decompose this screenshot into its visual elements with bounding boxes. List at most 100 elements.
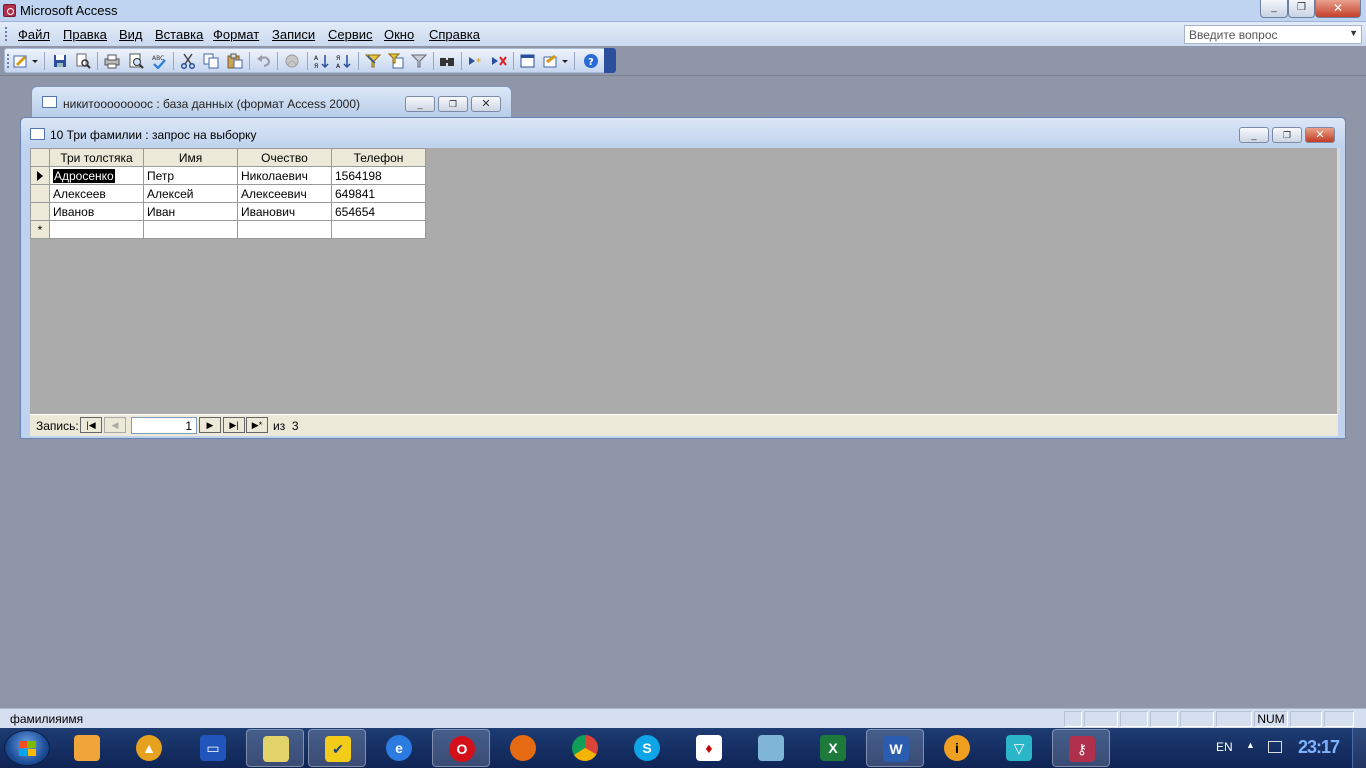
taskbar-archiver-app[interactable]: ▲ — [120, 729, 178, 767]
cut-icon[interactable] — [180, 53, 196, 69]
taskbar-folder-app[interactable] — [246, 729, 304, 767]
table-cell[interactable]: 1564198 — [331, 166, 426, 185]
taskbar-calendar-app[interactable] — [742, 729, 800, 767]
new-object-icon[interactable] — [543, 53, 559, 69]
menu-format[interactable]: Формат — [213, 27, 259, 42]
undo-icon[interactable] — [256, 53, 272, 69]
table-cell[interactable] — [143, 220, 238, 239]
show-hidden-icons-icon[interactable]: ▲ — [1246, 740, 1255, 750]
print-icon[interactable] — [104, 53, 120, 69]
query-close-button[interactable]: ✕ — [1305, 127, 1335, 143]
taskbar-skype-app[interactable]: S — [618, 729, 676, 767]
table-cell[interactable]: 654654 — [331, 202, 426, 221]
db-restore-button[interactable]: ❐ — [438, 96, 468, 112]
menu-window[interactable]: Окно — [384, 27, 414, 42]
menu-records[interactable]: Записи — [272, 27, 315, 42]
query-minimize-button[interactable]: _ — [1239, 127, 1269, 143]
view-icon[interactable] — [13, 53, 29, 69]
table-cell[interactable] — [237, 220, 332, 239]
query-restore-button[interactable]: ❐ — [1272, 127, 1302, 143]
taskbar-info-app[interactable]: i — [928, 729, 986, 767]
table-cell[interactable]: Алексеев — [49, 184, 144, 203]
chevron-down-icon[interactable]: ▼ — [1349, 28, 1358, 38]
print-preview-icon[interactable] — [128, 53, 144, 69]
toolbar-options-icon[interactable] — [604, 48, 616, 73]
taskbar-chrome-app[interactable] — [556, 729, 614, 767]
first-record-button[interactable]: |◀ — [80, 417, 102, 433]
database-window[interactable]: никитоооооооос : база данных (формат Acc… — [31, 86, 512, 118]
table-cell[interactable]: Иванов — [49, 202, 144, 221]
column-header[interactable]: Имя — [143, 148, 238, 167]
taskbar-word-app[interactable]: W — [866, 729, 924, 767]
table-cell[interactable] — [331, 220, 426, 239]
clock[interactable]: 23:17 — [1298, 737, 1340, 758]
taskbar-opera-app[interactable]: O — [432, 729, 490, 767]
copy-icon[interactable] — [203, 53, 219, 69]
sort-descending-icon[interactable]: ЯA — [336, 53, 352, 69]
record-number-input[interactable] — [131, 417, 197, 434]
taskbar-ie-app[interactable]: e — [370, 729, 428, 767]
access-app-icon[interactable] — [3, 4, 16, 17]
row-selector[interactable] — [30, 166, 50, 185]
taskbar-excel-app[interactable]: X — [804, 729, 862, 767]
taskbar-checkmark-app[interactable]: ✔ — [308, 729, 366, 767]
column-header[interactable]: Три толстяка — [49, 148, 144, 167]
vertical-scrollbar[interactable] — [1337, 148, 1340, 414]
app-minimize-button[interactable]: _ — [1260, 0, 1288, 18]
delete-record-icon[interactable] — [491, 53, 507, 69]
save-icon[interactable] — [52, 53, 68, 69]
apply-filter-icon[interactable] — [411, 53, 427, 69]
paste-icon[interactable] — [227, 53, 243, 69]
new-record-nav-button[interactable]: ▶* — [246, 417, 268, 433]
menu-view[interactable]: Вид — [119, 27, 143, 42]
row-selector[interactable] — [30, 202, 50, 221]
start-button[interactable] — [4, 730, 50, 766]
new-record-icon[interactable]: * — [468, 53, 484, 69]
show-desktop-button[interactable] — [1352, 728, 1366, 768]
db-minimize-button[interactable]: _ — [405, 96, 435, 112]
table-cell[interactable]: Алексей — [143, 184, 238, 203]
menu-help[interactable]: Справка — [429, 27, 480, 42]
taskbar-notes-app[interactable] — [58, 729, 116, 767]
menu-grip[interactable] — [5, 27, 8, 41]
taskbar-access-app[interactable]: ⚷ — [1052, 729, 1110, 767]
database-window-icon[interactable] — [520, 53, 536, 69]
view-dropdown-icon[interactable] — [31, 53, 39, 69]
taskbar-firefox-app[interactable] — [494, 729, 552, 767]
app-restore-button[interactable]: ❐ — [1288, 0, 1315, 18]
new-object-dropdown-icon[interactable] — [561, 53, 569, 69]
find-icon[interactable] — [439, 53, 455, 69]
menu-insert[interactable]: Вставка — [155, 27, 203, 42]
select-all-cell[interactable] — [30, 148, 50, 167]
hyperlink-icon[interactable] — [284, 53, 300, 69]
table-cell[interactable]: Иван — [143, 202, 238, 221]
taskbar-vector-app[interactable]: ▽ — [990, 729, 1048, 767]
taskbar-disk-app[interactable]: ▭ — [184, 729, 242, 767]
menu-file[interactable]: Файл — [18, 27, 50, 42]
column-header[interactable]: Очество — [237, 148, 332, 167]
table-cell[interactable]: 649841 — [331, 184, 426, 203]
new-record-selector[interactable]: * — [30, 220, 50, 239]
table-cell[interactable]: Петр — [143, 166, 238, 185]
row-selector[interactable] — [30, 184, 50, 203]
table-cell[interactable]: Алексеевич — [237, 184, 332, 203]
spelling-icon[interactable]: ABC — [151, 53, 167, 69]
table-cell[interactable]: Адросенко — [49, 166, 144, 185]
table-cell[interactable]: Николаевич — [237, 166, 332, 185]
next-record-button[interactable]: ▶ — [199, 417, 221, 433]
column-header[interactable]: Телефон — [331, 148, 426, 167]
network-icon[interactable] — [1268, 741, 1282, 753]
sort-ascending-icon[interactable]: AЯ — [314, 53, 330, 69]
search-icon[interactable] — [75, 53, 91, 69]
language-indicator[interactable]: EN — [1216, 740, 1233, 754]
help-icon[interactable]: ? — [583, 53, 599, 69]
filter-by-form-icon[interactable] — [388, 53, 404, 69]
db-close-button[interactable]: ✕ — [471, 96, 501, 112]
taskbar-cards-app[interactable]: ♦ — [680, 729, 738, 767]
ask-question-input[interactable]: Введите вопрос ▼ — [1184, 25, 1362, 44]
menu-tools[interactable]: Сервис — [328, 27, 373, 42]
table-cell[interactable] — [49, 220, 144, 239]
app-close-button[interactable]: ✕ — [1315, 0, 1361, 18]
toolbar-grip[interactable] — [7, 54, 10, 68]
previous-record-button[interactable]: ◀ — [104, 417, 126, 433]
